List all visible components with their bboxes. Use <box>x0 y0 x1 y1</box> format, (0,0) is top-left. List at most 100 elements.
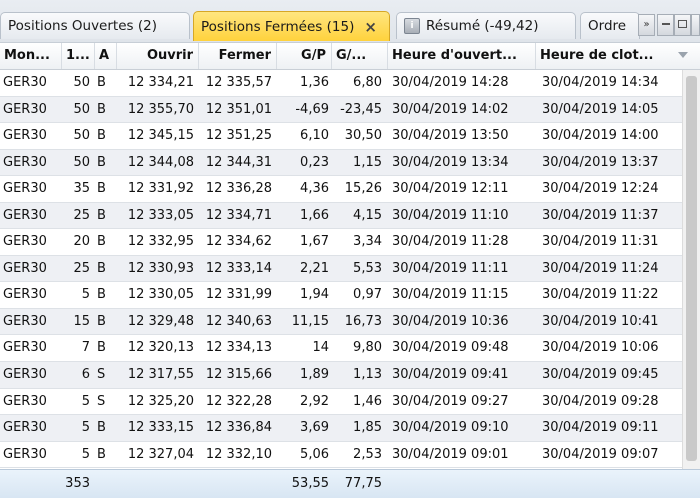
table-row[interactable]: GER30 5 B 12 333,15 12 336,84 3,69 1,85 30/04/2… <box>0 415 700 442</box>
restore-button[interactable] <box>674 14 691 36</box>
cell-open: 12 333,05 <box>127 207 194 223</box>
table-row[interactable]: GER30 5 S 12 325,20 12 322,28 2,92 1,46 30/04/2… <box>0 388 700 416</box>
cell-pl: 1,66 <box>300 207 329 223</box>
tab-closed-positions[interactable]: Positions Fermées (15) × <box>193 11 390 41</box>
cell-open: 12 325,20 <box>127 393 194 409</box>
column-header-close-time[interactable]: Heure de clot... <box>536 43 700 69</box>
cell-pl: 2,21 <box>300 260 329 276</box>
cell-open: 12 327,04 <box>127 446 194 462</box>
cell-close: 12 336,28 <box>205 181 272 197</box>
cell-side: B <box>97 340 106 356</box>
table-row[interactable]: GER30 5 B 12 327,04 12 332,10 5,06 2,53 30/04/2… <box>0 441 700 469</box>
column-header-open-time[interactable]: Heure d'ouvert... <box>388 43 536 69</box>
vertical-scrollbar[interactable] <box>682 70 700 469</box>
cell-pl: 2,92 <box>300 393 329 409</box>
cell-closed: 30/04/2019 14:05 <box>542 101 659 117</box>
table-row[interactable]: GER30 50 B 12 344,08 12 344,31 0,23 1,15 30/04/… <box>0 149 700 177</box>
table-row[interactable]: GER30 25 B 12 333,05 12 334,71 1,66 4,15 30/04/… <box>0 202 700 230</box>
cell-symbol: GER30 <box>3 234 47 250</box>
cell-close: 12 351,01 <box>205 101 272 117</box>
cell-closed: 30/04/2019 11:31 <box>542 234 659 250</box>
cell-closed: 30/04/2019 14:34 <box>542 75 659 90</box>
cell-side: B <box>97 181 106 197</box>
cell-close: 12 340,63 <box>205 313 272 329</box>
cell-side: S <box>97 393 106 409</box>
cell-side: B <box>97 446 106 462</box>
cell-open: 12 330,05 <box>127 287 194 303</box>
cell-close: 12 334,62 <box>205 234 272 250</box>
tab-orders[interactable]: Ordre <box>580 12 640 39</box>
cell-close: 12 315,66 <box>205 367 272 383</box>
minimize-button[interactable] <box>657 14 674 36</box>
cell-symbol: GER30 <box>3 128 47 144</box>
table-row[interactable]: GER30 5 B 12 330,05 12 331,99 1,94 0,97 30/04/2… <box>0 282 700 309</box>
table-row[interactable]: GER30 6 S 12 317,55 12 315,66 1,89 1,13 30/04/2… <box>0 362 700 389</box>
cell-qty: 5 <box>81 393 90 409</box>
tab-overflow-button[interactable]: » <box>638 14 655 36</box>
table-row[interactable]: GER30 15 B 12 329,48 12 340,63 11,15 16,73 30/0… <box>0 308 700 336</box>
cell-opened: 30/04/2019 11:10 <box>392 207 509 223</box>
tab-label: Ordre <box>588 18 627 34</box>
cell-pl-total: 1,13 <box>353 367 382 383</box>
cell-close: 12 334,13 <box>205 340 272 356</box>
cell-symbol: GER30 <box>3 101 47 117</box>
cell-closed: 30/04/2019 11:24 <box>542 260 659 276</box>
cell-open: 12 317,55 <box>127 367 194 383</box>
table-row[interactable]: GER30 50 B 12 334,21 12 335,57 1,36 6,80 30/04/… <box>0 70 700 97</box>
cell-qty: 5 <box>81 446 90 462</box>
cell-close: 12 344,31 <box>205 154 272 170</box>
cell-qty: 50 <box>73 128 90 144</box>
cell-symbol: GER30 <box>3 393 47 409</box>
scrollbar-thumb[interactable] <box>686 76 697 461</box>
cell-side: B <box>97 234 106 250</box>
cell-closed: 30/04/2019 09:28 <box>542 393 659 409</box>
column-header-symbol[interactable]: Mon... <box>0 43 62 69</box>
cell-pl: 11,15 <box>291 313 329 329</box>
table-row[interactable]: GER30 25 B 12 330,93 12 333,14 2,21 5,53 30/04/… <box>0 255 700 283</box>
cell-side: B <box>97 260 106 276</box>
minimize-icon <box>661 23 670 25</box>
table-row[interactable]: GER30 35 B 12 331,92 12 336,28 4,36 15,26 30/04… <box>0 176 700 203</box>
cell-pl: 14 <box>312 340 329 356</box>
grid-header: Mon... 1... A Ouvrir Fermer G/P G/... He… <box>0 43 700 70</box>
column-header-pl[interactable]: G/P <box>277 43 332 69</box>
cell-qty: 6 <box>81 367 90 383</box>
column-header-pl-total[interactable]: G/... <box>332 43 388 69</box>
column-header-qty[interactable]: 1... <box>62 43 95 69</box>
cell-qty: 5 <box>81 287 90 303</box>
close-tab-icon[interactable]: × <box>364 18 377 36</box>
cell-symbol: GER30 <box>3 260 47 276</box>
close-panel-button[interactable] <box>691 14 700 36</box>
tab-bar: Positions Ouvertes (2) Positions Fermées… <box>0 0 700 43</box>
cell-opened: 30/04/2019 09:01 <box>392 446 509 462</box>
cell-open: 12 330,93 <box>127 260 194 276</box>
cell-qty: 25 <box>73 207 90 223</box>
cell-side: B <box>97 75 106 90</box>
table-row[interactable]: GER30 50 B 12 345,15 12 351,25 6,10 30,50 30/04… <box>0 123 700 150</box>
cell-close: 12 322,28 <box>205 393 272 409</box>
cell-pl: 1,67 <box>300 234 329 250</box>
cell-opened: 30/04/2019 09:27 <box>392 393 509 409</box>
cell-pl: 1,89 <box>300 367 329 383</box>
table-row[interactable]: GER30 20 B 12 332,95 12 334,62 1,67 3,34 30/04/… <box>0 229 700 256</box>
table-row[interactable]: GER30 50 B 12 355,70 12 351,01 -4,69 -23,45 30/… <box>0 96 700 124</box>
column-header-close[interactable]: Fermer <box>199 43 277 69</box>
cell-qty: 50 <box>73 154 90 170</box>
column-header-side[interactable]: A <box>95 43 117 69</box>
cell-qty: 50 <box>73 75 90 90</box>
cell-opened: 30/04/2019 11:28 <box>392 234 509 250</box>
cell-pl: 0,23 <box>300 154 329 170</box>
tab-open-positions[interactable]: Positions Ouvertes (2) <box>0 12 190 39</box>
tab-summary[interactable]: i Résumé (-49,42) <box>396 12 576 39</box>
cell-opened: 30/04/2019 09:48 <box>392 340 509 356</box>
cell-side: B <box>97 101 106 117</box>
closed-positions-table: GER30 50 B 12 334,21 12 335,57 1,36 6,80 30/04/… <box>0 70 700 469</box>
column-header-open[interactable]: Ouvrir <box>117 43 199 69</box>
cell-open: 12 334,21 <box>127 75 194 90</box>
cell-pl: 3,69 <box>300 420 329 436</box>
cell-opened: 30/04/2019 14:28 <box>392 75 509 90</box>
cell-pl-total: -23,45 <box>340 101 382 117</box>
cell-pl: 5,06 <box>300 446 329 462</box>
cell-pl: 1,36 <box>300 75 329 90</box>
table-row[interactable]: GER30 7 B 12 320,13 12 334,13 14 9,80 30/04/201… <box>0 335 700 363</box>
